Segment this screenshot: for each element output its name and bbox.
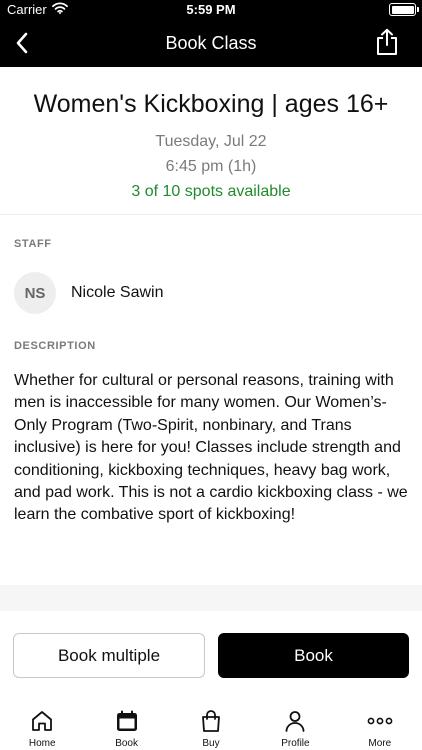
- staff-section-label: STAFF: [14, 238, 52, 250]
- class-date: Tuesday, Jul 22: [155, 133, 267, 150]
- class-description: Whether for cultural or personal reasons…: [14, 372, 408, 524]
- tab-book[interactable]: Book: [84, 700, 168, 750]
- page-title: Book Class: [165, 33, 257, 53]
- class-time: 6:45 pm (1h): [165, 158, 257, 175]
- class-title: Women's Kickboxing | ages 16+: [33, 90, 389, 118]
- tab-home[interactable]: Home: [0, 700, 84, 750]
- tab-more-label: More: [368, 738, 392, 749]
- status-bar: Carrier 5:59 PM: [0, 0, 422, 20]
- tab-home-label: Home: [28, 738, 56, 749]
- tab-book-label: Book: [115, 738, 138, 749]
- book-class-screen: Carrier 5:59 PM Book Class Women's Kickb…: [0, 0, 422, 750]
- section-divider: [0, 585, 422, 611]
- tab-buy[interactable]: Buy: [169, 700, 253, 750]
- tab-profile[interactable]: Profile: [253, 700, 337, 750]
- tab-profile-label: Profile: [281, 738, 310, 749]
- staff-member[interactable]: NS Nicole Sawin: [14, 272, 163, 314]
- tab-bar: Home Book Buy Profile More: [0, 700, 422, 750]
- home-icon: [29, 708, 55, 734]
- tab-more[interactable]: More: [338, 700, 422, 750]
- person-icon: [282, 708, 308, 734]
- avatar: NS: [14, 272, 56, 314]
- share-icon: [377, 28, 397, 55]
- nav-bar: Book Class: [0, 20, 422, 67]
- battery-icon: [389, 3, 419, 16]
- bag-icon: [198, 708, 224, 734]
- spots-available: 3 of 10 spots available: [131, 183, 291, 200]
- description-section-label: DESCRIPTION: [14, 340, 96, 352]
- more-icon: [367, 708, 393, 734]
- top-bar: Carrier 5:59 PM Book Class: [0, 0, 422, 67]
- staff-name: Nicole Sawin: [71, 284, 164, 301]
- tab-buy-label: Buy: [202, 738, 220, 749]
- share-button[interactable]: [372, 26, 402, 58]
- book-button[interactable]: Book: [218, 633, 409, 678]
- status-time: 5:59 PM: [186, 2, 236, 17]
- class-header: Women's Kickboxing | ages 16+ Tuesday, J…: [0, 67, 422, 215]
- book-multiple-button[interactable]: Book multiple: [13, 633, 205, 678]
- calendar-icon: [114, 708, 140, 734]
